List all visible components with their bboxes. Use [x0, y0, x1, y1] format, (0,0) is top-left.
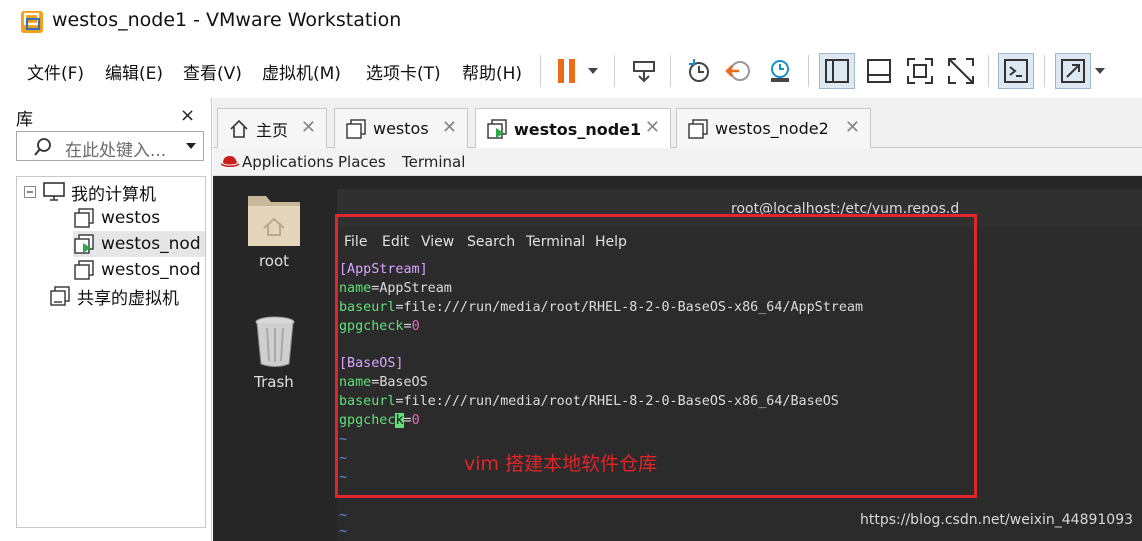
full-screen-button[interactable] — [902, 53, 938, 89]
library-title: 库 — [16, 110, 33, 130]
toolbar-separator — [614, 55, 615, 87]
thumbnail-bar-button[interactable] — [861, 53, 897, 89]
pause-button[interactable] — [553, 53, 603, 89]
menu-bar: 文件(F) 编辑(E) 查看(V) 虚拟机(M) 选项卡(T) 帮助(H) — [0, 44, 1142, 98]
desktop-label-trash: Trash — [254, 373, 294, 391]
full-screen-icon — [907, 58, 933, 84]
stretch-guest-button[interactable] — [1055, 53, 1091, 89]
tree-vm-westos-node2[interactable]: westos_nod — [73, 257, 201, 283]
tree-vm-westos[interactable]: westos — [73, 205, 160, 231]
close-icon[interactable]: ✕ — [845, 117, 860, 138]
tree-label: 共享的虚拟机 — [77, 288, 179, 309]
pause-icon — [558, 59, 598, 83]
vm-icon — [687, 118, 709, 140]
title-bar: westos_node1 - VMware Workstation — [0, 0, 1142, 44]
desktop-label-root: root — [258, 252, 290, 270]
menu-vm[interactable]: 虚拟机(M) — [262, 59, 341, 84]
vm-icon — [345, 118, 367, 140]
annotation-text: vim 搭建本地软件仓库 — [464, 453, 658, 475]
window-title: westos_node1 - VMware Workstation — [52, 9, 402, 31]
watermark: https://blog.csdn.net/weixin_44891093 — [860, 512, 1134, 528]
thumbnail-bar-icon — [867, 59, 891, 83]
tab-label: westos — [373, 119, 429, 138]
toolbar-separator — [1044, 55, 1045, 87]
tree-shared-vms[interactable]: 共享的虚拟机 — [49, 283, 179, 309]
vmware-window: westos_node1 - VMware Workstation 文件(F) … — [0, 0, 1142, 541]
snapshot-icon — [689, 59, 709, 82]
tab-label: westos_node1 — [514, 119, 642, 139]
snapshot-manager-icon — [771, 60, 789, 82]
send-ctrl-alt-del-button[interactable] — [626, 53, 662, 89]
applications-menu[interactable]: Applications — [242, 153, 334, 171]
stretch-dropdown[interactable] — [1092, 53, 1108, 89]
console-view-button[interactable] — [998, 53, 1034, 89]
collapse-icon[interactable] — [23, 181, 37, 203]
close-icon[interactable]: ✕ — [645, 117, 660, 138]
vm-running-icon — [73, 233, 95, 255]
library-search-input[interactable]: 在此处键入... — [16, 131, 204, 161]
toolbar-separator — [670, 55, 671, 87]
show-library-button[interactable] — [819, 53, 855, 89]
menu-view[interactable]: 查看(V) — [183, 59, 242, 84]
show-library-icon — [825, 59, 849, 83]
menu-tabs[interactable]: 选项卡(T) — [366, 59, 441, 84]
stretch-guest-icon — [1061, 59, 1085, 83]
unity-icon — [948, 58, 974, 84]
close-icon[interactable]: ✕ — [301, 117, 316, 138]
vm-icon — [73, 259, 95, 281]
menu-edit[interactable]: 编辑(E) — [105, 59, 163, 84]
toolbar-separator — [540, 55, 541, 87]
guest-top-bar: Applications Places Terminal — [213, 148, 1142, 176]
revert-snapshot-button[interactable] — [722, 53, 756, 89]
search-placeholder: 在此处键入... — [65, 141, 167, 161]
trash-icon[interactable] — [253, 314, 297, 372]
library-close-button[interactable]: × — [180, 105, 195, 126]
tree-vm-westos-node1[interactable]: westos_nod — [73, 231, 205, 257]
tree-label: westos_nod — [101, 234, 201, 254]
chevron-down-icon — [1095, 68, 1105, 74]
unity-button[interactable] — [943, 53, 979, 89]
toolbar-separator — [808, 55, 809, 87]
tab-westos-node1[interactable]: westos_node1 ✕ — [475, 108, 671, 149]
search-icon — [34, 138, 51, 156]
menu-file[interactable]: 文件(F) — [27, 59, 84, 84]
toolbar-separator — [988, 55, 989, 87]
redhat-logo-icon — [221, 156, 239, 168]
library-panel: 库 × 在此处键入... 我的计算机 westos westos_nod wes… — [0, 98, 212, 541]
tree-my-computer[interactable]: 我的计算机 — [23, 179, 156, 205]
menu-help[interactable]: 帮助(H) — [462, 59, 522, 84]
shared-vm-icon — [49, 285, 71, 307]
home-folder-icon[interactable] — [246, 188, 302, 252]
console-view-icon — [1004, 59, 1028, 83]
home-icon — [228, 118, 250, 140]
vm-icon — [73, 207, 95, 229]
snapshot-button[interactable] — [682, 53, 716, 89]
snapshot-manager-button[interactable] — [762, 53, 798, 89]
send-ctrl-alt-del-icon — [633, 61, 655, 83]
terminal-menu[interactable]: Terminal — [402, 153, 465, 171]
computer-icon — [43, 181, 65, 203]
tab-label: 主页 — [256, 120, 289, 140]
tree-label: 我的计算机 — [71, 184, 156, 205]
library-tree: 我的计算机 westos westos_nod westos_nod 共享的虚拟… — [16, 176, 206, 528]
tab-label: westos_node2 — [715, 119, 829, 138]
places-menu[interactable]: Places — [338, 153, 386, 171]
vm-running-icon — [486, 118, 508, 140]
chevron-down-icon — [186, 143, 196, 149]
revert-snapshot-icon — [725, 61, 750, 81]
tree-label: westos_nod — [101, 260, 201, 280]
tab-westos-node2[interactable]: westos_node2 ✕ — [676, 108, 871, 148]
empty-line-tilde: ~ — [339, 524, 348, 539]
tab-home[interactable]: 主页 ✕ — [217, 108, 327, 148]
tree-label: westos — [101, 208, 161, 228]
tab-westos[interactable]: westos ✕ — [334, 108, 468, 148]
close-icon[interactable]: ✕ — [442, 117, 457, 138]
tab-strip: 主页 ✕ westos ✕ westos_node1 ✕ westos_node… — [213, 98, 1142, 149]
vmware-logo-icon — [20, 10, 44, 34]
